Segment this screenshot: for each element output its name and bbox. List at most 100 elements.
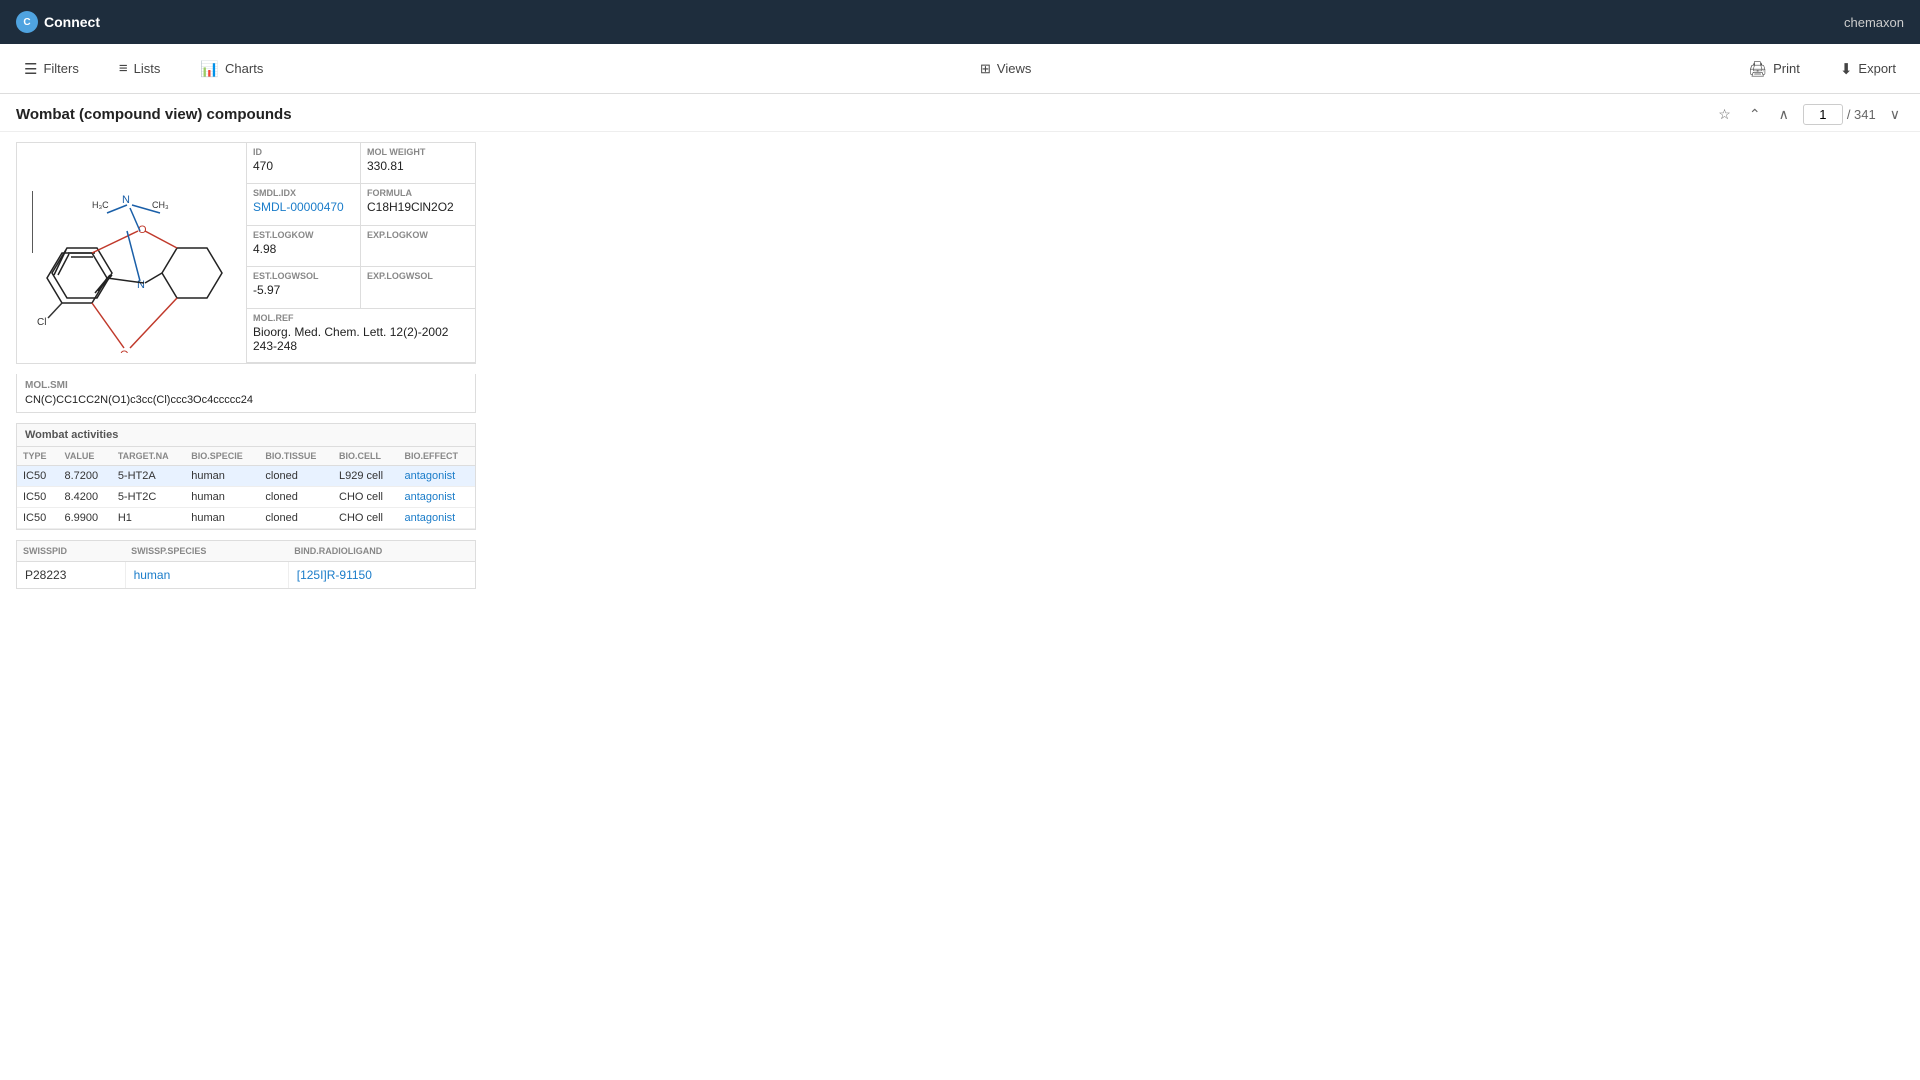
- compound-card: Cl O O N CH₃ H₃C N: [16, 142, 476, 364]
- page-header: Wombat (compound view) compounds ☆ ⌃ ∧ 1…: [0, 94, 1920, 132]
- export-icon: ⬇: [1840, 60, 1853, 78]
- swiss-thead: SWISSPID SWISSP.SPECIES BIND.RADIOLIGAND: [17, 541, 475, 562]
- swiss-header-row: SWISSPID SWISSP.SPECIES BIND.RADIOLIGAND: [17, 541, 475, 562]
- field-est-logwsol: EST.LOGWSOL -5.97: [247, 267, 361, 308]
- field-est-logwsol-label: EST.LOGWSOL: [253, 271, 354, 281]
- field-smdl-idx-value: SMDL-00000470: [253, 200, 354, 214]
- views-icon: ⊞: [980, 61, 991, 77]
- smiles-value: CN(C)CC1CC2N(O1)c3cc(Cl)ccc3Oc4ccccc24: [25, 394, 467, 406]
- table-cell: 5-HT2A: [112, 466, 185, 487]
- page-title: Wombat (compound view) compounds: [16, 106, 292, 123]
- col-bio-effect: BIO.EFFECT: [398, 447, 475, 466]
- compound-fields: ID 470 Mol Weight 330.81 SMDL.IDX SMDL-0…: [247, 143, 475, 363]
- lists-label: Lists: [134, 61, 161, 76]
- table-cell: CHO cell: [333, 508, 398, 529]
- col-bio-tissue: BIO.TISSUE: [259, 447, 333, 466]
- print-icon: 🖨: [1748, 60, 1767, 78]
- page-total: / 341: [1847, 107, 1876, 122]
- table-cell: cloned: [259, 508, 333, 529]
- field-id-label: ID: [253, 147, 354, 157]
- views-label: Views: [997, 61, 1031, 76]
- col-type: TYPE: [17, 447, 58, 466]
- compound-structure: Cl O O N CH₃ H₃C N: [17, 143, 247, 363]
- field-est-logkow-value: 4.98: [253, 242, 354, 256]
- table-cell: 6.9900: [58, 508, 111, 529]
- table-cell: antagonist: [398, 508, 475, 529]
- activities-thead: TYPE VALUE TARGET.NA BIO.SPECIE BIO.TISS…: [17, 447, 475, 466]
- swiss-table: SWISSPID SWISSP.SPECIES BIND.RADIOLIGAND…: [17, 541, 475, 588]
- field-exp-logwsol-label: EXP.LOGWSOL: [367, 271, 469, 281]
- table-cell: human: [185, 508, 259, 529]
- app-logo: C Connect: [16, 11, 100, 33]
- lists-icon: ≡: [119, 60, 128, 77]
- lists-button[interactable]: ≡ Lists: [111, 56, 169, 81]
- col-swisspid: SWISSPID: [17, 541, 125, 562]
- charts-icon: 📊: [200, 60, 219, 78]
- table-cell: IC50: [17, 487, 58, 508]
- activities-section: Wombat activities TYPE VALUE TARGET.NA B…: [16, 423, 476, 530]
- field-est-logkow-label: EST.LOGKOW: [253, 230, 354, 240]
- col-bind-radioligand: BIND.RADIOLIGAND: [288, 541, 475, 562]
- main-content: Cl O O N CH₃ H₃C N: [0, 132, 1920, 599]
- svg-text:O: O: [120, 349, 129, 353]
- field-mol-weight-value: 330.81: [367, 159, 469, 173]
- table-cell: H1: [112, 508, 185, 529]
- export-button[interactable]: ⬇ Export: [1832, 56, 1904, 82]
- table-row: IC506.9900H1humanclonedCHO cellantagonis…: [17, 508, 475, 529]
- activities-table: TYPE VALUE TARGET.NA BIO.SPECIE BIO.TISS…: [17, 447, 475, 529]
- svg-text:H₃C: H₃C: [92, 200, 109, 210]
- table-cell: antagonist: [398, 466, 475, 487]
- swiss-section: SWISSPID SWISSP.SPECIES BIND.RADIOLIGAND…: [16, 540, 476, 589]
- field-mol-ref-value: Bioorg. Med. Chem. Lett. 12(2)-2002 243-…: [253, 325, 469, 353]
- table-cell: [125I]R-91150: [288, 562, 475, 589]
- table-cell: cloned: [259, 487, 333, 508]
- field-mol-weight-label: Mol Weight: [367, 147, 469, 157]
- field-exp-logkow: EXP.LOGKOW: [361, 226, 475, 267]
- field-formula-label: Formula: [367, 188, 469, 198]
- field-est-logwsol-value: -5.97: [253, 283, 354, 297]
- field-mol-weight: Mol Weight 330.81: [361, 143, 475, 184]
- table-cell: L929 cell: [333, 466, 398, 487]
- field-formula: Formula C18H19ClN2O2: [361, 184, 475, 225]
- field-formula-value: C18H19ClN2O2: [367, 200, 469, 214]
- table-row: P28223human[125I]R-91150: [17, 562, 475, 589]
- field-est-logkow: EST.LOGKOW 4.98: [247, 226, 361, 267]
- print-button[interactable]: 🖨 Print: [1740, 56, 1808, 82]
- activities-tbody: IC508.72005-HT2AhumanclonedL929 cellanta…: [17, 466, 475, 529]
- views-button[interactable]: ⊞ Views: [980, 61, 1031, 77]
- svg-text:CH₃: CH₃: [152, 200, 169, 210]
- page-input[interactable]: 1: [1803, 104, 1843, 125]
- field-exp-logwsol: EXP.LOGWSOL: [361, 267, 475, 308]
- field-id-value: 470: [253, 159, 354, 173]
- molecule-svg: Cl O O N CH₃ H₃C N: [32, 153, 232, 353]
- logo-icon: C: [16, 11, 38, 33]
- topbar-left: C Connect: [16, 11, 100, 33]
- table-cell: cloned: [259, 466, 333, 487]
- page-nav: 1 / 341: [1803, 104, 1876, 125]
- export-label: Export: [1858, 61, 1896, 76]
- field-exp-logkow-label: EXP.LOGKOW: [367, 230, 469, 240]
- collapse-all-button[interactable]: ⌃: [1745, 104, 1765, 125]
- filters-button[interactable]: ☰ Filters: [16, 56, 87, 82]
- table-cell: human: [185, 487, 259, 508]
- col-bio-species: BIO.SPECIE: [185, 447, 259, 466]
- smiles-section: MOL.SMI CN(C)CC1CC2N(O1)c3cc(Cl)ccc3Oc4c…: [16, 374, 476, 413]
- user-name: chemaxon: [1844, 15, 1904, 30]
- table-row: IC508.72005-HT2AhumanclonedL929 cellanta…: [17, 466, 475, 487]
- table-cell: human: [125, 562, 288, 589]
- bookmark-button[interactable]: ☆: [1714, 104, 1735, 125]
- table-cell: human: [185, 466, 259, 487]
- svg-text:N: N: [122, 194, 130, 206]
- table-cell: P28223: [17, 562, 125, 589]
- topbar: C Connect chemaxon: [0, 0, 1920, 44]
- charts-label: Charts: [225, 61, 263, 76]
- field-mol-ref: MOL.REF Bioorg. Med. Chem. Lett. 12(2)-2…: [247, 309, 475, 363]
- page-controls: ☆ ⌃ ∧ 1 / 341 ∨: [1714, 104, 1904, 125]
- table-row: IC508.42005-HT2ChumanclonedCHO cellantag…: [17, 487, 475, 508]
- prev-page-button[interactable]: ∧: [1775, 104, 1793, 125]
- col-target-na: TARGET.NA: [112, 447, 185, 466]
- next-page-button[interactable]: ∨: [1886, 104, 1904, 125]
- app-name: Connect: [44, 14, 100, 30]
- swiss-tbody: P28223human[125I]R-91150: [17, 562, 475, 589]
- charts-button[interactable]: 📊 Charts: [192, 56, 271, 82]
